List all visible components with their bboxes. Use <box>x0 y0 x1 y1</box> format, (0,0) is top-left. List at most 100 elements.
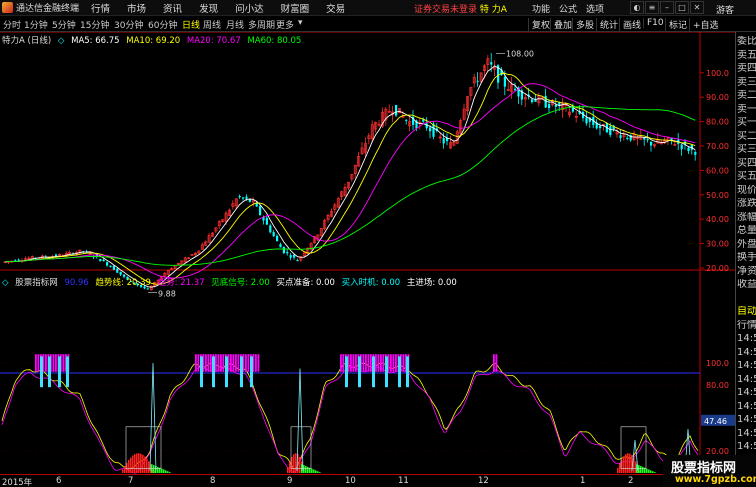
menu-functions[interactable]: 功能 <box>532 2 550 15</box>
menu-wealth-circle[interactable]: 财富圈 <box>281 1 310 15</box>
candle-body <box>643 137 646 140</box>
side-panel-item: 自动 <box>737 306 756 317</box>
tool-multi-stock[interactable]: 多股 <box>572 18 594 31</box>
menu-market-quotes[interactable]: 行情 <box>91 1 110 15</box>
top-signal-bar <box>367 354 370 372</box>
bottom-green-bar <box>313 469 315 473</box>
tool-f10[interactable]: F10 <box>643 18 664 28</box>
bottom-green-bar <box>307 466 309 473</box>
period-15min[interactable]: 15分钟 <box>80 18 109 31</box>
bottom-green-bar <box>640 465 642 473</box>
menu-news[interactable]: 资讯 <box>163 1 182 15</box>
menu-trade[interactable]: 交易 <box>326 1 345 15</box>
top-signal-cyan-bar <box>225 356 228 388</box>
date-label: 11 <box>398 476 409 486</box>
guest-user[interactable]: 游客 <box>716 3 734 16</box>
side-panel-item: 现价 <box>737 184 756 196</box>
side-panel-item: 14:56 <box>737 360 756 371</box>
period-monthly[interactable]: 月线 <box>226 18 244 31</box>
tool-overlay[interactable]: 叠加 <box>550 18 572 31</box>
side-panel-item: 14:56 <box>737 427 756 439</box>
top-signal-bar <box>377 354 380 372</box>
watermark: 股票指标网 www.7gpzb.com <box>663 455 756 487</box>
trend-line <box>1 362 699 470</box>
bottom-green-bar <box>319 472 321 473</box>
top-signal-bar <box>210 354 212 372</box>
top-signal-bar <box>255 354 257 372</box>
candlesticks <box>3 52 697 291</box>
bottom-signal-bar <box>299 456 301 473</box>
side-panel-item: 换手 <box>737 252 756 263</box>
app-title: 通达信金融终端 <box>16 4 80 14</box>
close-icon[interactable]: ✕ <box>690 1 704 14</box>
bottom-green-bar <box>163 469 165 473</box>
indicator-collapse-icon[interactable]: ◇ <box>2 278 9 288</box>
side-panel-item: 卖三 <box>737 76 756 88</box>
watermark-url: www.7gpzb.com <box>675 474 756 485</box>
indicator-name[interactable]: 股票指标网 <box>15 278 58 288</box>
side-panel-item: 14:56 <box>737 400 756 412</box>
period-1min[interactable]: 1分钟 <box>24 18 48 31</box>
kline-chart[interactable]: 108.00 9.88 100.0 90.00 80.00 70.00 60.00 50.0… <box>0 31 735 474</box>
top-signal-bar <box>245 354 247 372</box>
menu-options[interactable]: 选项 <box>586 2 604 15</box>
candle-body <box>626 137 629 139</box>
collapse-icon[interactable]: ◇ <box>58 36 65 46</box>
period-weekly[interactable]: 周线 <box>203 18 221 31</box>
menu-ask-xiaoda[interactable]: 问小达 <box>235 1 264 15</box>
bottom-green-bar <box>317 471 319 473</box>
more-arrow-icon[interactable]: ▾ <box>298 18 303 28</box>
candle-body <box>282 246 285 254</box>
menu-discover[interactable]: 发现 <box>199 1 218 15</box>
bottom-signal-bar <box>617 468 619 473</box>
side-panel-item: 14:56 <box>737 346 756 358</box>
period-intraday[interactable]: 分时 <box>3 18 21 31</box>
minimize-icon[interactable]: – <box>660 1 674 14</box>
period-more[interactable]: 更多 <box>276 18 294 31</box>
maximize-icon[interactable]: □ <box>675 1 689 14</box>
menu-market[interactable]: 市场 <box>127 1 146 15</box>
login-notice[interactable]: 证券交易未登录 特 力A <box>414 2 507 15</box>
candle-body <box>646 139 649 141</box>
tool-stats[interactable]: 统计 <box>596 18 618 31</box>
period-30min[interactable]: 30分钟 <box>114 18 143 31</box>
tool-draw[interactable]: 画线 <box>619 18 641 31</box>
top-signal-bar <box>197 354 200 372</box>
period-5min[interactable]: 5分钟 <box>52 18 76 31</box>
price-axis: 100.0 90.00 80.00 70.00 60.00 50.00 40.00 30.00… <box>700 69 729 273</box>
side-panel-item: 14:56 <box>737 333 756 344</box>
side-panel-item: 14:56 <box>737 441 756 452</box>
top-signal-cyan-bar <box>345 356 348 388</box>
menu-formula[interactable]: 公式 <box>559 2 577 15</box>
tool-add-watchlist[interactable]: +自选 <box>689 18 719 31</box>
candle-body <box>102 259 105 262</box>
top-signal-bar <box>340 354 342 372</box>
tool-adjust[interactable]: 复权 <box>528 18 550 31</box>
bottom-green-bar <box>167 471 169 473</box>
ma60-label: MA60: 80.05 <box>247 36 302 46</box>
top-signal-bar <box>395 354 397 372</box>
date-label: 2 <box>628 476 634 486</box>
bottom-green-bar <box>315 470 317 473</box>
indicator-value: 90.96 <box>64 278 89 288</box>
candle-body <box>503 76 506 87</box>
high-label: 108.00 <box>506 49 534 58</box>
candle-body <box>531 99 534 103</box>
ma60-line <box>4 106 696 266</box>
tool-mark[interactable]: 标记 <box>665 18 687 31</box>
price-tick-label: 70.00 <box>706 142 729 151</box>
menu-icon[interactable]: ≡ <box>645 1 659 14</box>
period-multi[interactable]: 多周期 <box>248 18 275 31</box>
side-panel-item: 卖五 <box>737 49 756 61</box>
bottom-signal-bar <box>124 466 126 473</box>
top-signal-bar <box>350 354 352 372</box>
price-tick-label: 30.00 <box>706 240 729 249</box>
period-daily[interactable]: 日线 <box>182 18 200 31</box>
skin-icon[interactable]: ◐ <box>630 1 644 14</box>
period-60min[interactable]: 60分钟 <box>148 18 177 31</box>
side-panel-item: 净资 <box>737 265 756 277</box>
top-signal-bar <box>232 354 235 372</box>
top-signal-cyan-bar <box>58 356 61 388</box>
chart-area[interactable]: 108.00 9.88 100.0 90.00 80.00 70.00 60.00 50.0… <box>0 31 735 474</box>
bottom-green-bar <box>654 472 656 473</box>
